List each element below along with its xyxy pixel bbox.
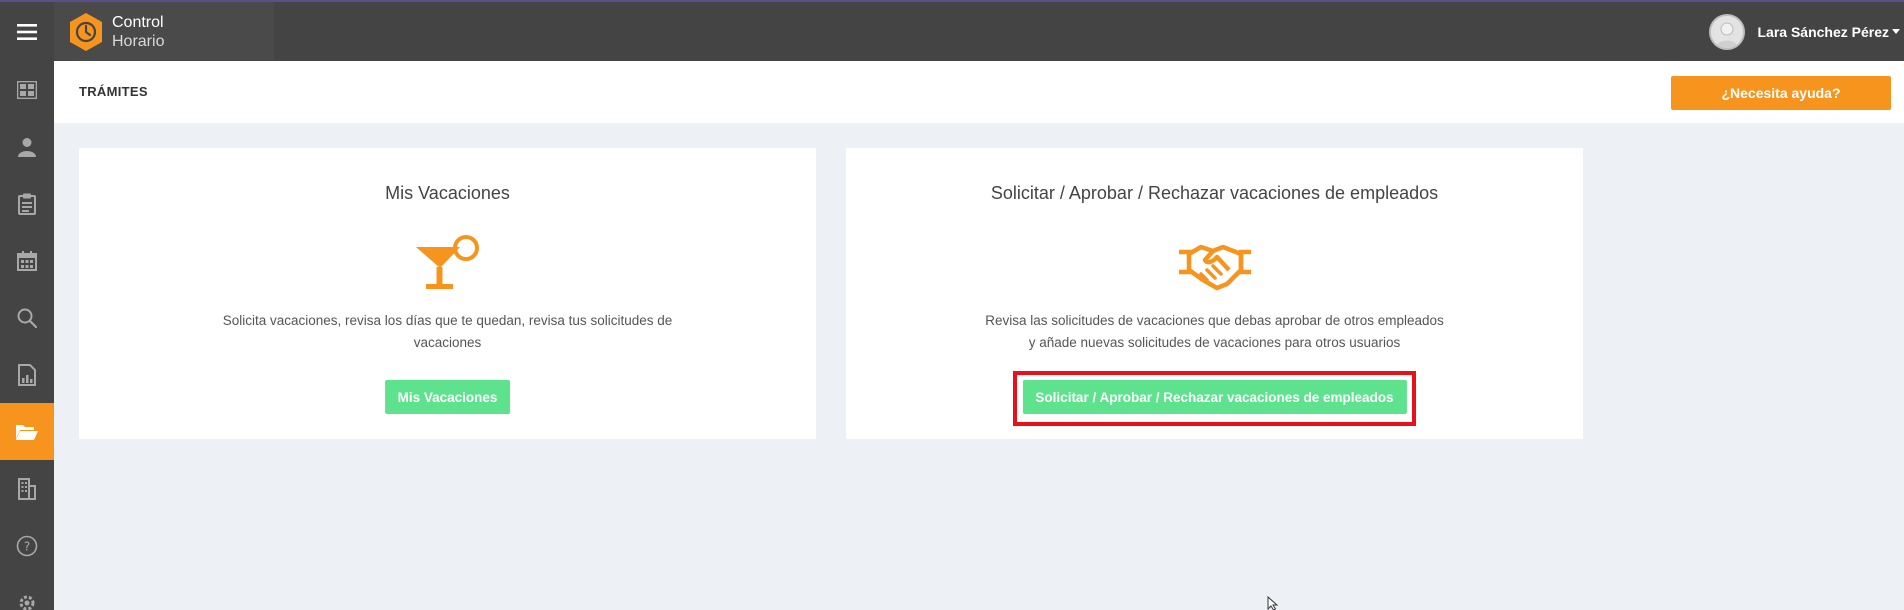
sidebar-item-settings[interactable]: [0, 574, 54, 610]
sidebar-item-reports[interactable]: [0, 346, 54, 403]
highlight-box: [1013, 371, 1416, 426]
mouse-cursor-icon: [1267, 596, 1279, 610]
help-circle-icon: ?: [16, 535, 38, 556]
sidebar-item-records[interactable]: [0, 175, 54, 232]
gear-icon: [19, 595, 35, 610]
handshake-icon: [1178, 244, 1251, 291]
page-title: TRÁMITES: [79, 84, 148, 99]
card-title: Mis Vacaciones: [385, 183, 510, 203]
sidebar-item-help[interactable]: ?: [0, 517, 54, 574]
chevron-down-icon: [1892, 29, 1900, 34]
page-header: TRÁMITES ¿Necesita ayuda?: [54, 61, 1904, 123]
card-description-line2: y añade nuevas solicitudes de vacaciones…: [1028, 335, 1401, 350]
card-description: Solicita vacaciones, revisa los días que…: [222, 313, 673, 350]
hamburger-icon: [17, 23, 37, 40]
sidebar-item-procedures[interactable]: [0, 403, 54, 460]
user-name: Lara Sánchez Pérez: [1757, 23, 1889, 40]
sidebar-item-employees[interactable]: [0, 118, 54, 175]
help-button[interactable]: ¿Necesita ayuda?: [1671, 76, 1891, 110]
user-icon: [18, 137, 36, 157]
sidebar-item-search[interactable]: [0, 289, 54, 346]
clipboard-icon: [18, 193, 36, 215]
card-description-line1: Revisa las solicitudes de vacaciones que…: [985, 313, 1444, 328]
cocktail-icon: [415, 235, 479, 289]
menu-toggle-button[interactable]: [0, 2, 54, 61]
user-menu[interactable]: Lara Sánchez Pérez: [1709, 2, 1904, 61]
clock-logo-icon: [70, 12, 102, 51]
card-title: Solicitar / Aprobar / Rechazar vacacione…: [990, 183, 1439, 203]
folder-open-icon: [16, 424, 38, 440]
my-vacations-button[interactable]: Mis Vacaciones: [384, 380, 511, 414]
sidebar-item-dashboard[interactable]: [0, 61, 54, 118]
building-icon: [18, 477, 36, 500]
sidebar: ?: [0, 61, 54, 610]
my-vacations-card: Mis Vacaciones Solicita vacaciones, revi…: [79, 148, 816, 439]
brand-name-line2: Horario: [112, 32, 165, 50]
report-icon: [18, 363, 36, 386]
dashboard-icon: [17, 80, 37, 99]
brand-logo[interactable]: Control Horario: [54, 2, 274, 61]
sidebar-item-company[interactable]: [0, 460, 54, 517]
card-description: Revisa las solicitudes de vacaciones que…: [846, 310, 1583, 354]
avatar: [1709, 13, 1746, 50]
search-icon: [17, 308, 37, 328]
sidebar-item-calendar[interactable]: [0, 232, 54, 289]
top-bar: Control Horario Lara Sánchez Pérez: [0, 0, 1904, 61]
brand-name-line1: Control: [112, 13, 164, 31]
calendar-icon: [17, 250, 37, 271]
svg-text:?: ?: [24, 539, 30, 553]
